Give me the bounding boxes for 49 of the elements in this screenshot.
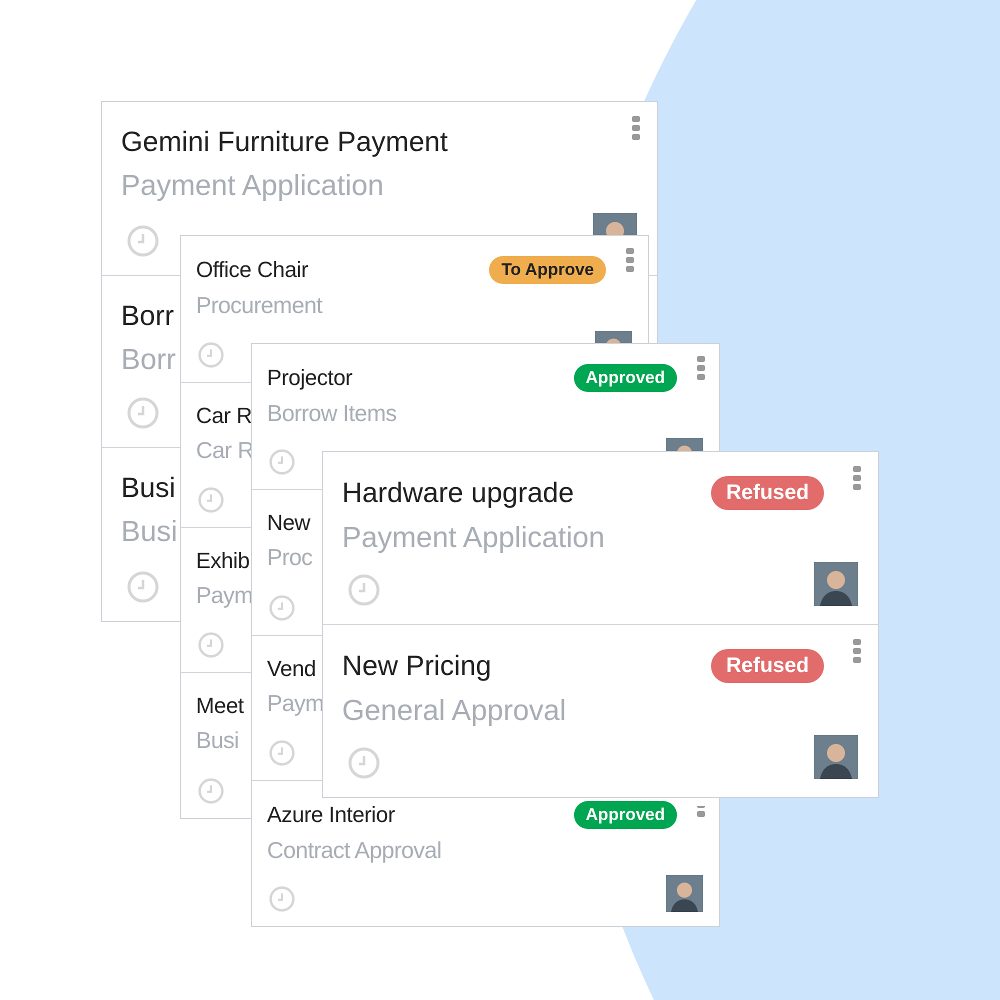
card-subtitle: Procurement xyxy=(196,292,322,319)
card-subtitle: Paym xyxy=(267,690,324,717)
more-options-icon[interactable] xyxy=(853,639,861,663)
more-options-icon[interactable] xyxy=(626,248,634,272)
card-title: Busi xyxy=(121,472,176,504)
clock-icon[interactable] xyxy=(269,740,295,766)
clock-icon[interactable] xyxy=(127,571,159,603)
clock-icon[interactable] xyxy=(348,574,380,606)
card-subtitle: Borr xyxy=(121,344,176,377)
card-subtitle: Payment Application xyxy=(342,522,605,555)
card-title: Vend xyxy=(267,656,316,682)
card-title: Exhib xyxy=(196,548,250,574)
more-options-icon[interactable] xyxy=(697,356,705,380)
card-title: New xyxy=(267,510,310,536)
card-title: Borr xyxy=(121,300,174,332)
more-options-icon[interactable] xyxy=(853,466,861,490)
clock-icon[interactable] xyxy=(198,487,224,513)
card-title: New Pricing xyxy=(342,650,492,682)
card-subtitle: Payment Application xyxy=(121,170,384,203)
more-options-icon[interactable] xyxy=(632,116,640,140)
card-subtitle: Paym xyxy=(196,582,253,609)
status-badge: Approved xyxy=(574,364,677,392)
status-badge: Refused xyxy=(711,649,824,683)
status-badge: To Approve xyxy=(489,256,606,284)
card-title: Azure Interior xyxy=(267,802,395,828)
card-subtitle: Borrow Items xyxy=(267,400,396,427)
status-badge: Approved xyxy=(574,801,677,829)
card-title: Office Chair xyxy=(196,257,308,283)
clock-icon[interactable] xyxy=(269,595,295,621)
clock-icon[interactable] xyxy=(348,747,380,779)
status-badge: Refused xyxy=(711,476,824,510)
card-title: Gemini Furniture Payment xyxy=(121,126,448,158)
card-subtitle: General Approval xyxy=(342,695,566,728)
card-subtitle: Busi xyxy=(196,727,239,754)
card-subtitle: Proc xyxy=(267,544,312,571)
clock-icon[interactable] xyxy=(198,778,224,804)
card-title: Hardware upgrade xyxy=(342,477,574,509)
clock-icon[interactable] xyxy=(198,342,224,368)
clock-icon[interactable] xyxy=(198,632,224,658)
clock-icon[interactable] xyxy=(269,886,295,912)
more-options-icon[interactable] xyxy=(697,806,705,817)
card-title: Car R xyxy=(196,403,252,429)
clock-icon[interactable] xyxy=(269,449,295,475)
card-subtitle: Contract Approval xyxy=(267,837,442,864)
clock-icon[interactable] xyxy=(127,225,159,257)
card-title: Meet xyxy=(196,693,244,719)
card-subtitle: Busi xyxy=(121,516,178,549)
clock-icon[interactable] xyxy=(127,397,159,429)
card-title: Projector xyxy=(267,365,352,391)
